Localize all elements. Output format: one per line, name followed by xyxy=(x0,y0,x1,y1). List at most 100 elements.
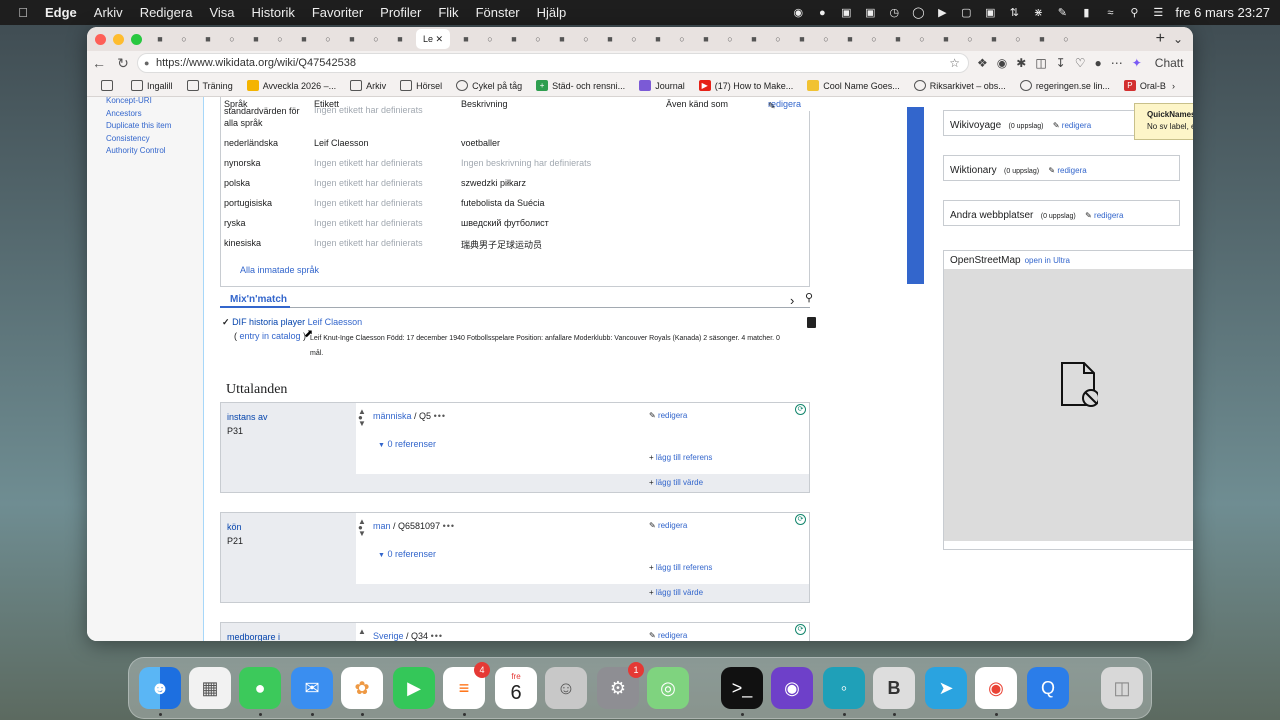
sync-icon[interactable]: ⟳ xyxy=(795,624,806,635)
messages-icon[interactable]: ● xyxy=(239,667,281,709)
search-icon[interactable]: ⚲ xyxy=(1127,7,1141,19)
more-dots-icon[interactable]: ••• xyxy=(443,521,455,531)
close-window-button[interactable] xyxy=(95,33,106,45)
references-link[interactable]: 0 referenser xyxy=(387,439,436,449)
tab[interactable]: ■ xyxy=(1034,31,1050,47)
menu-historik[interactable]: Historik xyxy=(252,5,295,20)
references-toggle[interactable]: ▼ 0 referenser xyxy=(378,439,436,449)
tab[interactable]: ■ xyxy=(152,31,168,47)
system-settings-icon[interactable]: ⚙ 1 xyxy=(597,662,644,709)
tab[interactable]: ■ xyxy=(458,31,474,47)
edit-link[interactable]: redigera xyxy=(658,521,687,530)
references-toggle[interactable]: ▼ 0 referenser xyxy=(378,549,436,559)
bookmark-item[interactable]: + Städ- och rensni... xyxy=(536,80,625,91)
tab[interactable]: ■ xyxy=(506,31,522,47)
control-center-icon[interactable]: ☰ xyxy=(1151,7,1165,19)
tab[interactable]: ○ xyxy=(962,31,978,47)
edit-statement-button[interactable]: ✎ redigera xyxy=(649,521,687,530)
add-reference-link[interactable]: lägg till referens xyxy=(656,563,712,572)
value-link[interactable]: Sverige xyxy=(373,631,404,641)
tab[interactable]: ○ xyxy=(1058,31,1074,47)
extensions-puzzle-icon[interactable]: ✱ xyxy=(1016,56,1026,70)
favorite-star-icon[interactable]: ☆ xyxy=(949,54,960,72)
copilot-icon[interactable]: ✦ xyxy=(1132,56,1142,70)
site-info-icon[interactable]: ● xyxy=(144,54,149,72)
tab[interactable]: ■ xyxy=(344,31,360,47)
sync-icon[interactable]: ⟳ xyxy=(795,404,806,415)
sidebar-item-consistency[interactable]: Consistency xyxy=(106,133,203,146)
finder-icon[interactable]: ☻ xyxy=(139,667,181,709)
chrome-icon[interactable]: ◉ xyxy=(975,667,1017,709)
add-value-link[interactable]: lägg till värde xyxy=(656,588,703,597)
bookmark-item[interactable]: Ingalill xyxy=(131,80,173,91)
status-icon[interactable]: ● xyxy=(815,7,829,19)
add-reference-link[interactable]: lägg till referens xyxy=(656,453,712,462)
tab[interactable]: ■ xyxy=(794,31,810,47)
tab[interactable]: ○ xyxy=(914,31,930,47)
tab[interactable]: ■ xyxy=(938,31,954,47)
bookmark-item[interactable]: Riksarkivet – obs... xyxy=(913,80,1006,91)
extension-icon[interactable]: ◉ xyxy=(997,56,1007,70)
mail-icon[interactable]: ✉ xyxy=(291,667,333,709)
rank-selector-icon[interactable]: ▲ ● ▼ xyxy=(358,408,366,428)
minimize-window-button[interactable] xyxy=(113,33,124,45)
bookmark-item[interactable]: ▶ (17) How to Make... xyxy=(698,80,793,91)
apple-icon[interactable]:  xyxy=(14,5,32,20)
bookmark-item[interactable]: Cool Name Goes... xyxy=(807,80,900,91)
sidebar-item-duplicate[interactable]: Duplicate this item xyxy=(106,120,203,133)
menu-redigera[interactable]: Redigera xyxy=(140,5,193,20)
airplay-icon[interactable]: ◯ xyxy=(911,7,925,19)
add-value-link[interactable]: lägg till värde xyxy=(656,478,703,487)
window-icon[interactable]: ▣ xyxy=(983,7,997,19)
bookmark-item[interactable]: Träning xyxy=(186,80,233,91)
chevron-right-icon[interactable]: › xyxy=(790,293,794,308)
sidebar-item-authority-control[interactable]: Authority Control xyxy=(106,145,203,158)
rank-selector-icon[interactable]: ▲ ● ▼ xyxy=(358,518,366,538)
tab-active[interactable]: Le ✕ xyxy=(416,29,450,49)
menubar-datetime[interactable]: fre 6 mars 23:27 xyxy=(1175,5,1270,20)
back-icon[interactable]: ← xyxy=(87,55,111,71)
profile-avatar[interactable]: ● xyxy=(1094,56,1101,70)
github-desktop-icon[interactable]: ◉ xyxy=(771,667,813,709)
pen-icon[interactable]: ✎ xyxy=(1055,7,1069,19)
address-bar[interactable]: ● https://www.wikidata.org/wiki/Q4754253… xyxy=(137,53,969,73)
play-icon[interactable]: ▶ xyxy=(935,7,949,19)
book-icon[interactable] xyxy=(807,317,816,328)
tab[interactable]: ○ xyxy=(272,31,288,47)
property-link[interactable]: kön xyxy=(227,520,350,534)
camera-icon[interactable]: ▣ xyxy=(863,7,877,19)
tab[interactable]: ○ xyxy=(224,31,240,47)
tab-list-chevron-icon[interactable]: ⌄ xyxy=(1173,32,1183,46)
edit-sitelink-button[interactable]: ✎ redigera xyxy=(1053,121,1091,130)
wifi-icon[interactable]: ≈ xyxy=(1103,7,1117,19)
property-link[interactable]: medborgare i xyxy=(227,630,350,641)
bookmark-folder[interactable]: Hörsel xyxy=(400,80,442,91)
calendar-icon[interactable]: fre 6 xyxy=(495,667,537,709)
more-menu-icon[interactable]: ⋯ xyxy=(1111,56,1123,70)
contacts-icon[interactable]: ☺ xyxy=(545,667,587,709)
add-value-button[interactable]: + lägg till värde xyxy=(649,478,703,487)
sidebar-item-concept-uri[interactable]: Koncept-URI xyxy=(106,97,203,108)
trash-icon[interactable]: ◫ xyxy=(1101,667,1143,709)
tab[interactable]: ■ xyxy=(200,31,216,47)
tab[interactable]: ○ xyxy=(770,31,786,47)
tab[interactable]: ○ xyxy=(530,31,546,47)
edit-link[interactable]: redigera xyxy=(658,631,687,640)
tab[interactable]: ○ xyxy=(866,31,882,47)
menu-flik[interactable]: Flik xyxy=(438,5,458,20)
bookmarks-toggle-icon[interactable] xyxy=(101,80,117,91)
battery-icon[interactable]: ▮ xyxy=(1079,7,1093,19)
tab[interactable]: ■ xyxy=(842,31,858,47)
tab[interactable]: ■ xyxy=(248,31,264,47)
edit-link[interactable]: redigera xyxy=(658,411,687,420)
tab[interactable]: ○ xyxy=(626,31,642,47)
split-screen-icon[interactable]: ◫ xyxy=(1035,56,1046,70)
display-icon[interactable]: ▢ xyxy=(959,7,973,19)
telegram-icon[interactable]: ➤ xyxy=(925,667,967,709)
menu-fonster[interactable]: Fönster xyxy=(476,5,520,20)
findmy-icon[interactable]: ◎ xyxy=(647,667,689,709)
facetime-icon[interactable]: ▶ xyxy=(393,667,435,709)
menu-profiler[interactable]: Profiler xyxy=(380,5,421,20)
zoom-window-button[interactable] xyxy=(131,33,142,45)
tab[interactable]: ○ xyxy=(320,31,336,47)
